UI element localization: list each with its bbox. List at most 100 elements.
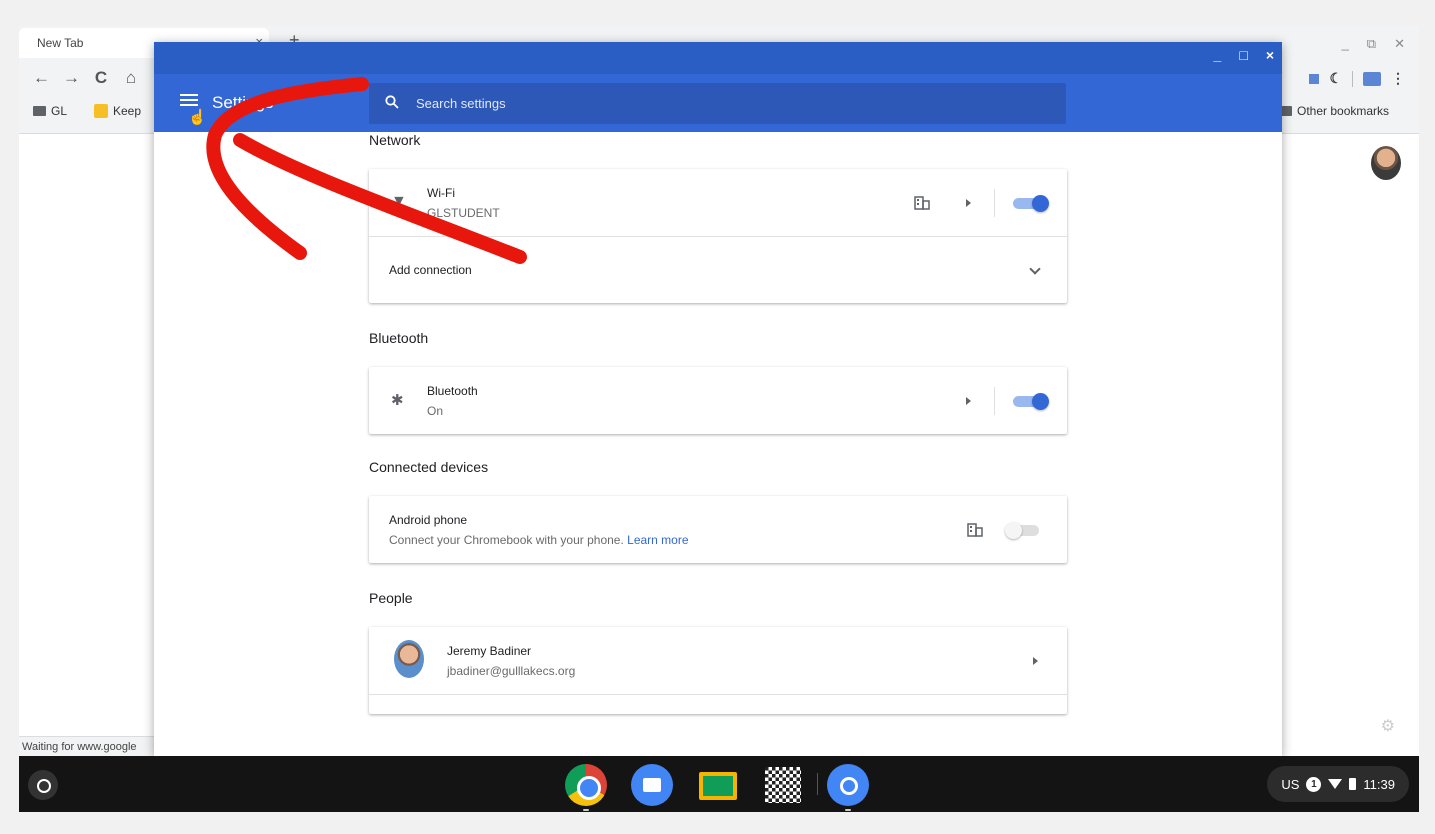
wifi-text: Wi-Fi GLSTUDENT: [427, 186, 500, 220]
browser-window-controls: _ ⧉ ✕: [1342, 36, 1405, 52]
close-button[interactable]: ×: [1266, 47, 1274, 63]
wifi-arrow-icon[interactable]: [966, 199, 971, 207]
home-icon[interactable]: ⌂: [123, 68, 139, 88]
chrome-icon[interactable]: [565, 764, 607, 806]
wifi-lock-icon: ▼: [391, 193, 407, 210]
android-phone-description: Connect your Chromebook with your phone.…: [389, 533, 689, 547]
enterprise-icon: [967, 523, 983, 537]
bluetooth-icon: ✱: [391, 392, 404, 409]
screen: New Tab × + ← → C ⌂ GL Keep Other bookma…: [19, 26, 1419, 812]
other-bookmarks-label: Other bookmarks: [1297, 104, 1390, 118]
page-title: Settings: [212, 93, 274, 112]
reload-icon[interactable]: C: [93, 68, 109, 88]
bookmark-gl[interactable]: GL: [33, 104, 67, 118]
running-indicator: [583, 809, 589, 811]
minimize-button[interactable]: _: [1214, 47, 1222, 63]
window-titlebar[interactable]: _ □ ×: [154, 42, 1282, 74]
people-next-row: [369, 694, 1067, 714]
add-connection-text: Add connection: [389, 263, 472, 277]
account-arrow-icon[interactable]: [1033, 657, 1038, 665]
shelf: US 1 11:39: [19, 756, 1419, 812]
restore-icon[interactable]: ⧉: [1367, 36, 1376, 52]
android-phone-label: Android phone: [389, 513, 468, 527]
bluetooth-toggle[interactable]: [1013, 393, 1049, 410]
bluetooth-label: Bluetooth: [427, 384, 478, 398]
profile-avatar[interactable]: [1371, 146, 1401, 180]
tab-title: New Tab: [37, 36, 84, 50]
network-card: ▼ Wi-Fi GLSTUDENT Add connection: [369, 169, 1067, 303]
back-icon[interactable]: ←: [33, 68, 50, 88]
section-title-network: Network: [369, 132, 421, 148]
bluetooth-card: ✱ Bluetooth On: [369, 367, 1067, 434]
other-bookmarks[interactable]: Other bookmarks: [1279, 104, 1389, 118]
people-card: Jeremy Badiner jbadiner@gulllakecs.org: [369, 627, 1067, 714]
launcher-icon[interactable]: [28, 770, 58, 800]
nav-buttons: ← → C ⌂: [33, 68, 139, 88]
row-divider: [994, 189, 995, 217]
android-phone-row[interactable]: Android phone Connect your Chromebook wi…: [369, 496, 1067, 563]
bookmark-label: GL: [51, 104, 68, 118]
running-indicator: [845, 809, 851, 811]
more-menu-icon[interactable]: ⋮: [1391, 70, 1405, 87]
account-row[interactable]: Jeremy Badiner jbadiner@gulllakecs.org: [369, 627, 1067, 694]
search-input[interactable]: [416, 93, 1016, 113]
extension-icon[interactable]: [1309, 73, 1320, 84]
section-title-people: People: [369, 590, 413, 606]
account-email: jbadiner@gulllakecs.org: [447, 664, 576, 678]
clock: 11:39: [1363, 776, 1395, 792]
android-phone-toggle[interactable]: [1005, 522, 1041, 539]
settings-window: _ □ × ☝ Settings Network ▼: [154, 42, 1282, 756]
wifi-icon: [1328, 779, 1343, 789]
settings-icon[interactable]: [827, 764, 869, 806]
input-method: US: [1281, 776, 1300, 792]
connected-devices-card: Android phone Connect your Chromebook wi…: [369, 496, 1067, 563]
moon-icon[interactable]: ☾: [1329, 70, 1342, 87]
add-connection-row[interactable]: Add connection: [369, 236, 1067, 303]
wifi-toggle[interactable]: [1013, 195, 1049, 212]
files-icon[interactable]: [631, 764, 673, 806]
enterprise-icon: [914, 196, 930, 210]
search-icon: [385, 95, 399, 109]
wifi-label: Wi-Fi: [427, 186, 455, 200]
account-name: Jeremy Badiner: [447, 644, 532, 658]
search-box[interactable]: [369, 83, 1066, 124]
keep-icon: [94, 104, 108, 118]
add-connection-label: Add connection: [389, 263, 472, 277]
minimize-icon[interactable]: _: [1342, 36, 1349, 52]
toolbar-right-icons: ☾ ⋮: [1309, 70, 1405, 87]
bluetooth-status: On: [427, 404, 444, 418]
hand-cursor-icon: ☝: [188, 109, 207, 126]
android-phone-text: Android phone Connect your Chromebook wi…: [389, 513, 689, 547]
settings-content: Network ▼ Wi-Fi GLSTUDENT Add connection…: [369, 132, 1067, 741]
chevron-down-icon[interactable]: [1029, 263, 1041, 275]
window-controls: _ □ ×: [1214, 47, 1274, 63]
wifi-row[interactable]: ▼ Wi-Fi GLSTUDENT: [369, 169, 1067, 236]
status-tray[interactable]: US 1 11:39: [1267, 766, 1409, 802]
classroom-icon[interactable]: [697, 764, 739, 806]
menu-icon[interactable]: [180, 94, 198, 108]
bookmark-keep[interactable]: Keep: [94, 104, 141, 118]
bluetooth-arrow-icon[interactable]: [966, 397, 971, 405]
description-text: Connect your Chromebook with your phone.: [389, 533, 624, 547]
bluetooth-text: Bluetooth On: [427, 384, 478, 418]
bluetooth-row[interactable]: ✱ Bluetooth On: [369, 367, 1067, 434]
settings-header: ☝ Settings: [154, 74, 1282, 132]
close-icon[interactable]: ✕: [1394, 36, 1405, 52]
wifi-network-name: GLSTUDENT: [427, 206, 500, 220]
cast-icon[interactable]: [1363, 71, 1381, 86]
bookmark-label: Keep: [113, 104, 142, 118]
learn-more-link[interactable]: Learn more: [627, 533, 688, 547]
section-title-connected-devices: Connected devices: [369, 459, 489, 475]
qr-code-icon[interactable]: [765, 767, 801, 803]
notification-badge: 1: [1306, 776, 1322, 792]
row-divider: [994, 387, 995, 415]
avatar: [394, 640, 424, 678]
status-bar: Waiting for www.google: [19, 736, 155, 756]
toolbar-divider: [1352, 70, 1353, 87]
customize-gear-icon[interactable]: ⚙: [1381, 716, 1395, 736]
battery-icon: [1349, 778, 1357, 790]
forward-icon[interactable]: →: [63, 68, 80, 88]
section-title-bluetooth: Bluetooth: [369, 330, 429, 346]
maximize-button[interactable]: □: [1239, 47, 1247, 63]
shelf-divider: [817, 773, 818, 795]
